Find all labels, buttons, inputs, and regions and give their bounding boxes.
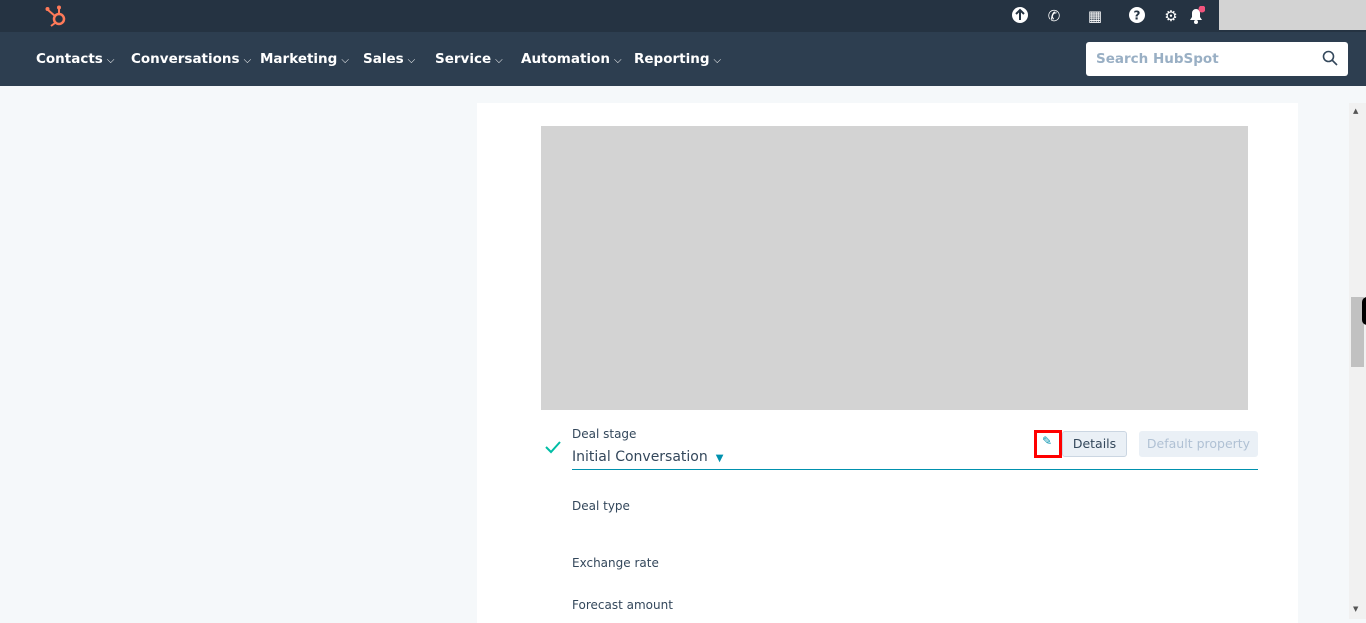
chevron-down-icon: ⌵ bbox=[713, 55, 722, 66]
side-tab[interactable] bbox=[1362, 297, 1366, 325]
deal-stage-select[interactable]: Initial Conversation ▼ bbox=[572, 449, 723, 465]
hubspot-logo[interactable] bbox=[44, 4, 68, 28]
caret-down-icon: ▼ bbox=[715, 453, 724, 464]
nav-label: Service bbox=[435, 51, 492, 67]
nav-marketing[interactable]: Marketing ⌵ bbox=[260, 51, 349, 67]
nav-reporting[interactable]: Reporting ⌵ bbox=[634, 51, 721, 67]
search-icon[interactable] bbox=[1322, 50, 1338, 66]
top-bar: ✆ ▦ ? ⚙ bbox=[0, 0, 1366, 32]
nav-sales[interactable]: Sales ⌵ bbox=[363, 51, 415, 67]
default-property-button[interactable]: Default property bbox=[1139, 431, 1258, 457]
details-button[interactable]: Details bbox=[1062, 431, 1127, 457]
nav-service[interactable]: Service ⌵ bbox=[435, 51, 503, 67]
chevron-down-icon: ⌵ bbox=[341, 55, 349, 66]
marketplace-icon[interactable]: ▦ bbox=[1085, 6, 1105, 26]
search-input[interactable]: Search HubSpot bbox=[1086, 42, 1348, 76]
nav-contacts[interactable]: Contacts ⌵ bbox=[36, 51, 114, 67]
chevron-down-icon: ⌵ bbox=[243, 55, 252, 66]
account-menu-placeholder[interactable] bbox=[1219, 0, 1366, 30]
nav-automation[interactable]: Automation ⌵ bbox=[521, 51, 622, 67]
nav-label: Reporting bbox=[634, 51, 710, 67]
nav-conversations[interactable]: Conversations ⌵ bbox=[131, 51, 251, 67]
edit-button[interactable]: ✎ bbox=[1034, 430, 1062, 458]
pencil-icon: ✎ bbox=[1042, 434, 1053, 448]
help-icon[interactable]: ? bbox=[1127, 6, 1147, 26]
calling-icon[interactable]: ✆ bbox=[1044, 6, 1064, 26]
chevron-down-icon: ⌵ bbox=[106, 55, 115, 66]
main-nav: Contacts ⌵ Conversations ⌵ Marketing ⌵ Sale… bbox=[0, 32, 1366, 86]
nav-label: Contacts bbox=[36, 51, 103, 67]
exchange-rate-label: Exchange rate bbox=[572, 556, 659, 570]
nav-label: Automation bbox=[521, 51, 610, 67]
deal-stage-label: Deal stage bbox=[572, 427, 637, 441]
forecast-amount-label: Forecast amount bbox=[572, 598, 673, 612]
scrollbar[interactable]: ▲ ▼ bbox=[1349, 103, 1366, 619]
chevron-down-icon: ⌵ bbox=[495, 55, 503, 66]
scroll-up-arrow-icon[interactable]: ▲ bbox=[1353, 107, 1358, 115]
field-underline bbox=[572, 469, 1258, 470]
nav-label: Sales bbox=[363, 51, 404, 67]
media-placeholder bbox=[541, 126, 1248, 410]
nav-label: Marketing bbox=[260, 51, 338, 67]
chevron-down-icon: ⌵ bbox=[407, 55, 416, 66]
chevron-down-icon: ⌵ bbox=[613, 55, 622, 66]
scroll-down-arrow-icon[interactable]: ▼ bbox=[1353, 605, 1358, 613]
notifications-icon[interactable] bbox=[1186, 5, 1206, 26]
check-icon bbox=[545, 441, 561, 454]
search-placeholder: Search HubSpot bbox=[1096, 51, 1219, 67]
upgrade-icon[interactable] bbox=[1010, 6, 1030, 26]
nav-label: Conversations bbox=[131, 51, 240, 67]
deal-stage-value: Initial Conversation bbox=[572, 449, 708, 465]
deal-type-label: Deal type bbox=[572, 499, 630, 513]
svg-text:?: ? bbox=[1134, 9, 1141, 23]
settings-icon[interactable]: ⚙ bbox=[1161, 6, 1181, 26]
